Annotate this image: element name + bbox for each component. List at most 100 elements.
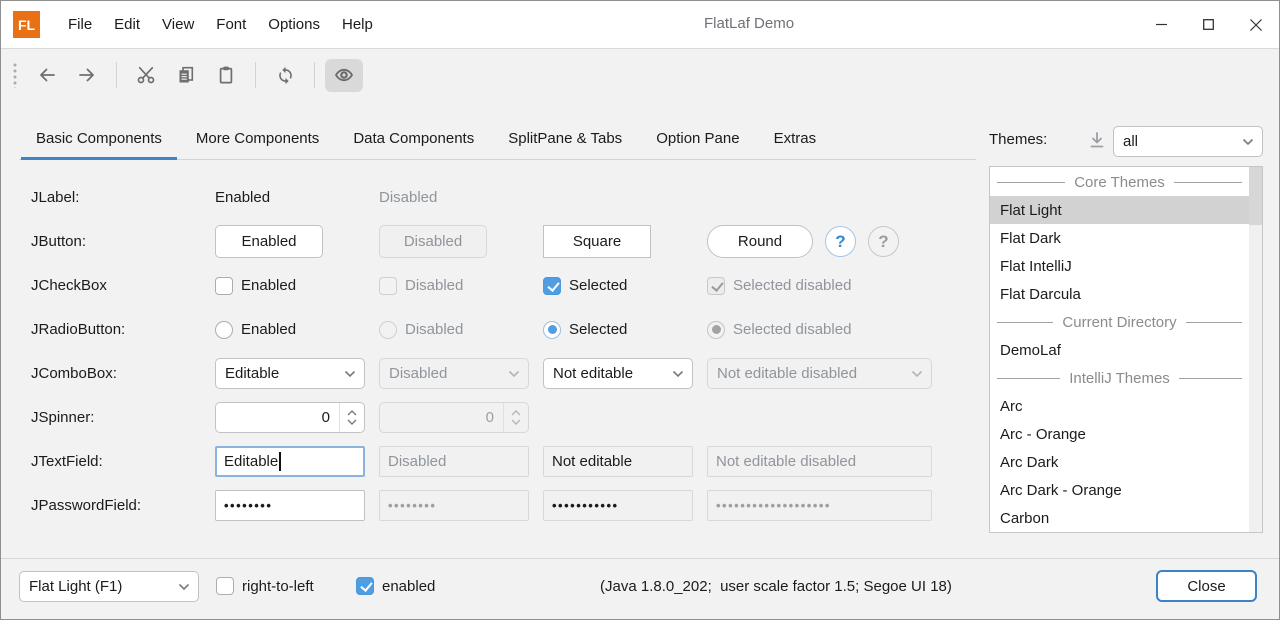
- checkbox-checked-icon[interactable]: [543, 277, 561, 295]
- chevron-down-icon: [344, 370, 356, 378]
- theme-group-separator: Current Directory: [990, 308, 1249, 336]
- checkbox-selected-disabled: Selected disabled: [707, 269, 947, 302]
- right-to-left-checkbox[interactable]: right-to-left: [216, 577, 314, 595]
- combobox-editable[interactable]: Editable: [215, 358, 365, 389]
- forward-button[interactable]: [68, 59, 106, 92]
- menu-options[interactable]: Options: [257, 11, 331, 38]
- spinner-disabled: 0: [379, 402, 529, 433]
- tab-data-components[interactable]: Data Components: [336, 118, 491, 159]
- jtextfield-row-label: JTextField:: [31, 445, 201, 478]
- radio-icon[interactable]: [215, 321, 233, 339]
- maximize-button[interactable]: [1185, 1, 1232, 48]
- theme-list-item[interactable]: DemoLaf: [990, 336, 1249, 364]
- radio-enabled[interactable]: Enabled: [215, 313, 365, 346]
- checkbox-selected[interactable]: Selected: [543, 269, 693, 302]
- passwordfield-enabled[interactable]: ••••••••: [215, 490, 365, 521]
- theme-list-item[interactable]: Arc Dark: [990, 448, 1249, 476]
- app-logo-icon: FL: [13, 11, 40, 38]
- radio-selected-icon[interactable]: [543, 321, 561, 339]
- chevron-down-icon: [508, 370, 520, 378]
- back-button[interactable]: [28, 59, 66, 92]
- theme-list-item[interactable]: Arc: [990, 392, 1249, 420]
- cut-icon: [136, 65, 156, 85]
- themes-list: Core Themes Flat Light Flat Dark Flat In…: [989, 166, 1263, 533]
- checkbox-checked-icon[interactable]: [356, 577, 374, 595]
- close-button[interactable]: Close: [1156, 570, 1257, 602]
- square-button[interactable]: Square: [543, 225, 651, 258]
- minimize-button[interactable]: [1138, 1, 1185, 48]
- radio-selected[interactable]: Selected: [543, 313, 693, 346]
- theme-group-separator: Core Themes: [990, 168, 1249, 196]
- maximize-icon: [1203, 19, 1214, 30]
- themes-filter-value: all: [1123, 133, 1138, 150]
- themes-scrollbar[interactable]: [1249, 167, 1262, 532]
- jradiobutton-row-label: JRadioButton:: [31, 313, 201, 346]
- textfield-not-editable[interactable]: Not editable: [543, 446, 693, 477]
- radio-selected-icon: [707, 321, 725, 339]
- menu-edit[interactable]: Edit: [103, 11, 151, 38]
- theme-list-item[interactable]: Flat IntelliJ: [990, 252, 1249, 280]
- menu-file[interactable]: File: [57, 11, 103, 38]
- enabled-checkbox[interactable]: enabled: [356, 577, 435, 595]
- menu-view[interactable]: View: [151, 11, 205, 38]
- copy-button[interactable]: [167, 59, 205, 92]
- toolbar-separator: [255, 62, 256, 88]
- download-themes-button[interactable]: [1087, 130, 1107, 150]
- combobox-not-editable-disabled: Not editable disabled: [707, 358, 932, 389]
- theme-list-item[interactable]: Flat Dark: [990, 224, 1249, 252]
- tab-basic-components[interactable]: Basic Components: [19, 118, 179, 159]
- spinner-buttons[interactable]: [339, 403, 364, 432]
- menu-font[interactable]: Font: [205, 11, 257, 38]
- chevron-up-icon[interactable]: [347, 410, 357, 416]
- help-button-disabled: ?: [868, 226, 899, 257]
- help-button[interactable]: ?: [825, 226, 856, 257]
- checkbox-icon[interactable]: [216, 577, 234, 595]
- themes-label: Themes:: [989, 131, 1047, 148]
- checkbox-icon[interactable]: [215, 277, 233, 295]
- themes-filter-combobox[interactable]: all: [1113, 126, 1263, 157]
- chevron-down-icon[interactable]: [347, 419, 357, 425]
- tab-extras[interactable]: Extras: [757, 118, 834, 159]
- textfield-editable[interactable]: Editable: [215, 446, 365, 477]
- chevron-down-icon: [178, 583, 190, 591]
- theme-list-item[interactable]: Arc Dark - Orange: [990, 476, 1249, 504]
- runtime-info-label: (Java 1.8.0_202; user scale factor 1.5; …: [600, 578, 952, 595]
- spinner-buttons: [503, 403, 528, 432]
- chevron-down-icon: [1242, 138, 1254, 146]
- spinner-enabled[interactable]: 0: [215, 402, 365, 433]
- theme-list-item[interactable]: Carbon: [990, 504, 1249, 532]
- round-button[interactable]: Round: [707, 225, 813, 258]
- toolbar-grip[interactable]: [13, 62, 17, 88]
- close-window-button[interactable]: [1232, 1, 1279, 48]
- jcombobox-row-label: JComboBox:: [31, 357, 201, 390]
- theme-list-item-selected[interactable]: Flat Light: [990, 196, 1249, 224]
- passwordfield-not-editable[interactable]: •••••••••••: [543, 490, 693, 521]
- chevron-up-icon: [511, 410, 521, 416]
- jspinner-row-label: JSpinner:: [31, 401, 201, 434]
- laf-combobox[interactable]: Flat Light (F1): [19, 571, 199, 602]
- checkbox-disabled: Disabled: [379, 269, 529, 302]
- text-caret: [279, 452, 281, 471]
- refresh-icon: [276, 66, 295, 85]
- theme-list-item[interactable]: Arc - Orange: [990, 420, 1249, 448]
- checkbox-icon: [379, 277, 397, 295]
- tab-option-pane[interactable]: Option Pane: [639, 118, 756, 159]
- tab-splitpane-tabs[interactable]: SplitPane & Tabs: [491, 118, 639, 159]
- titlebar: FL File Edit View Font Options Help Flat…: [1, 1, 1279, 49]
- app-window: FL File Edit View Font Options Help Flat…: [0, 0, 1280, 620]
- jpasswordfield-row-label: JPasswordField:: [31, 489, 201, 522]
- show-hidden-toggle-button[interactable]: [325, 59, 363, 92]
- combobox-not-editable[interactable]: Not editable: [543, 358, 693, 389]
- theme-group-separator: IntelliJ Themes: [990, 364, 1249, 392]
- statusbar-separator: [1, 558, 1279, 559]
- forward-icon: [77, 65, 97, 85]
- cut-button[interactable]: [127, 59, 165, 92]
- tab-more-components[interactable]: More Components: [179, 118, 336, 159]
- theme-list-item[interactable]: Flat Darcula: [990, 280, 1249, 308]
- themes-scrollbar-thumb[interactable]: [1249, 167, 1262, 225]
- checkbox-enabled[interactable]: Enabled: [215, 269, 365, 302]
- menu-help[interactable]: Help: [331, 11, 384, 38]
- paste-button[interactable]: [207, 59, 245, 92]
- enabled-button[interactable]: Enabled: [215, 225, 323, 258]
- refresh-button[interactable]: [266, 59, 304, 92]
